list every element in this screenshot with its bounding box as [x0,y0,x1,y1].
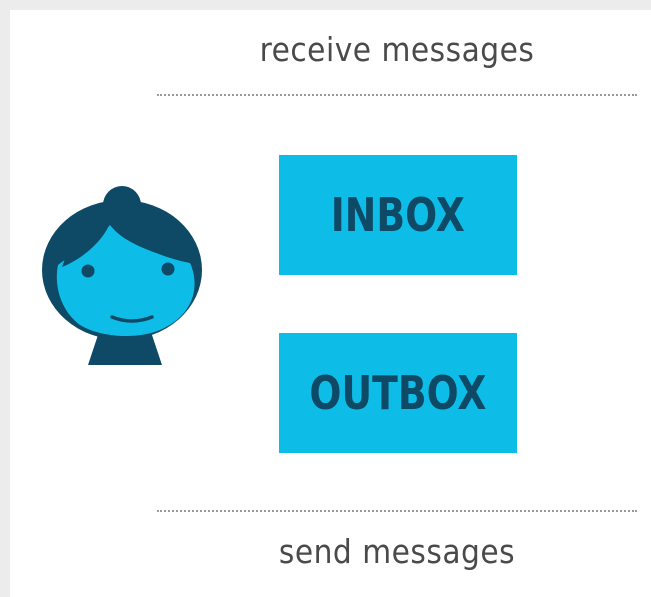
outbox-button[interactable]: OUTBOX [279,333,517,453]
person-avatar-icon [42,186,202,365]
inbox-label: INBOX [330,188,466,242]
inbox-button[interactable]: INBOX [279,155,517,275]
receive-messages-label: receive messages [259,30,535,69]
send-messages-label: send messages [278,532,516,571]
bottom-dotted-divider [157,510,637,512]
top-dotted-divider [157,94,637,96]
outbox-label: OUTBOX [309,366,487,420]
